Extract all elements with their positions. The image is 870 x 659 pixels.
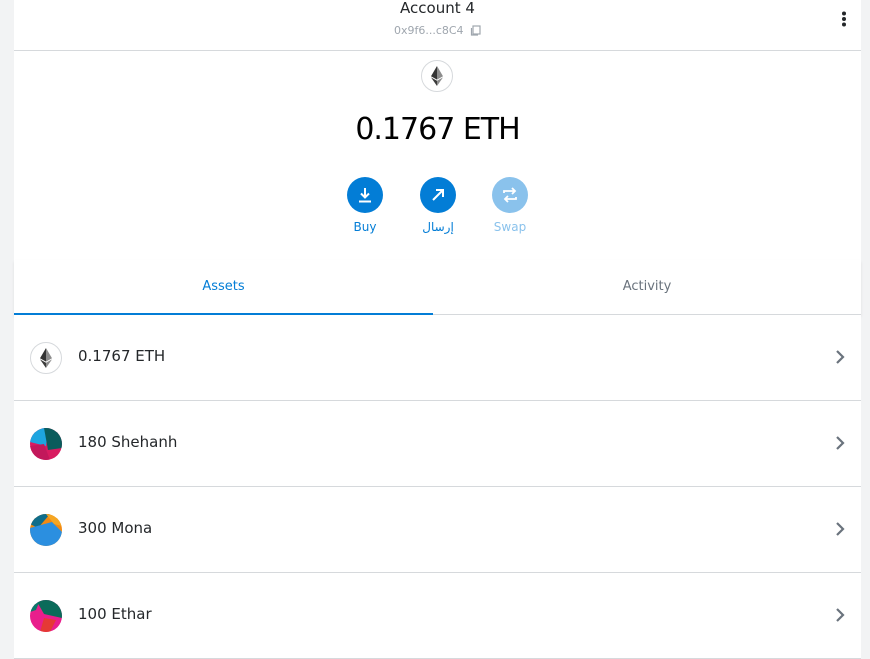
chevron-right-icon[interactable] <box>835 521 845 537</box>
wallet-panel: Account 4 0x9f6...c8C4 0.1767 ETH Buy إر… <box>14 0 861 659</box>
asset-label: 100 Ethar <box>78 605 152 623</box>
account-address-row[interactable]: 0x9f6...c8C4 <box>14 24 861 37</box>
buy-label[interactable]: Buy <box>335 220 395 234</box>
account-name[interactable]: Account 4 <box>14 0 861 17</box>
asset-row-eth[interactable]: 0.1767 ETH <box>14 315 861 401</box>
jazzicon-mona-icon <box>30 514 62 546</box>
asset-label: 180 Shehanh <box>78 433 178 451</box>
buy-button[interactable]: Buy <box>335 177 395 234</box>
account-header: Account 4 0x9f6...c8C4 <box>14 0 861 51</box>
swap-label[interactable]: Swap <box>480 220 540 234</box>
chevron-right-icon[interactable] <box>835 607 845 623</box>
asset-row-ethar[interactable]: 100 Ethar <box>14 573 861 659</box>
jazzicon-shehanh-icon <box>30 428 62 460</box>
balance-display: 0.1767 ETH <box>14 112 861 147</box>
balance-amount: 0.1767 <box>355 112 455 147</box>
asset-row-mona[interactable]: 300 Mona <box>14 487 861 573</box>
asset-row-shehanh[interactable]: 180 Shehanh <box>14 401 861 487</box>
kebab-menu-icon[interactable] <box>841 11 847 27</box>
asset-activity-tabs: Assets Activity <box>14 260 861 315</box>
send-label[interactable]: إرسال <box>408 220 468 234</box>
tab-activity[interactable]: Activity <box>433 260 861 314</box>
arrow-up-right-icon[interactable] <box>420 177 456 213</box>
swap-icon[interactable] <box>492 177 528 213</box>
chevron-right-icon[interactable] <box>835 435 845 451</box>
balance-unit: ETH <box>462 112 521 147</box>
account-address[interactable]: 0x9f6...c8C4 <box>394 24 464 37</box>
ethereum-icon <box>30 342 62 374</box>
download-icon[interactable] <box>347 177 383 213</box>
ethereum-icon <box>421 60 453 92</box>
send-button[interactable]: إرسال <box>408 177 468 234</box>
asset-label: 300 Mona <box>78 519 153 537</box>
tab-assets[interactable]: Assets <box>14 260 433 315</box>
swap-button[interactable]: Swap <box>480 177 540 234</box>
jazzicon-ethar-icon <box>30 600 62 632</box>
copy-icon[interactable] <box>470 25 481 36</box>
asset-label: 0.1767 ETH <box>78 347 166 365</box>
chevron-right-icon[interactable] <box>835 349 845 365</box>
